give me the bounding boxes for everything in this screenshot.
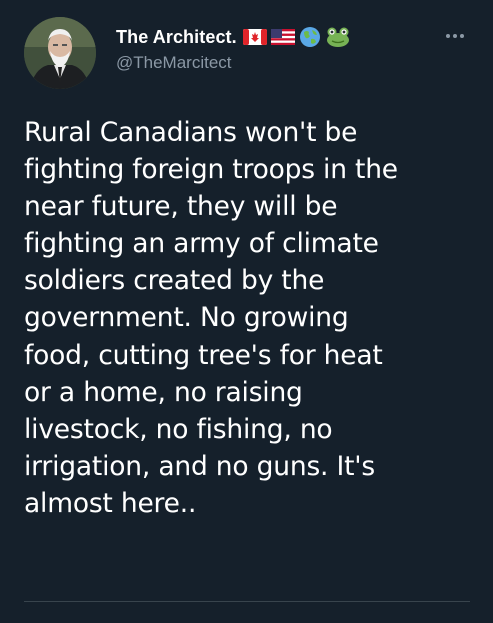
canada-flag-icon bbox=[242, 28, 267, 46]
tweet-text-line: livestock, no fishing, no bbox=[24, 413, 333, 445]
tweet-text-line: Rural Canadians won't be bbox=[24, 117, 358, 148]
avatar-image bbox=[24, 17, 96, 89]
tweet-card: The Architect. @TheMarcitect Rural Canad… bbox=[0, 0, 493, 623]
display-name[interactable]: The Architect. bbox=[116, 27, 237, 48]
divider bbox=[24, 601, 470, 602]
tweet-text-line: or a home, no raising bbox=[24, 376, 303, 408]
author-info: The Architect. @TheMarcitect bbox=[116, 25, 351, 75]
tweet-text-line: fighting foreign troops in the bbox=[24, 154, 398, 186]
handle[interactable]: @TheMarcitect bbox=[116, 53, 351, 73]
globe-icon bbox=[299, 26, 321, 48]
tweet-text: Rural Canadians won't be fighting foreig… bbox=[24, 114, 479, 522]
tweet-text-line: government. No growing bbox=[24, 302, 349, 334]
name-badges bbox=[242, 26, 351, 48]
tweet-text-line: irrigation, and no guns. It's bbox=[24, 450, 375, 482]
more-dot bbox=[446, 34, 450, 38]
tweet-text-line: near future, they will be bbox=[24, 191, 338, 223]
usa-flag-icon bbox=[270, 28, 295, 46]
more-dot bbox=[460, 34, 464, 38]
more-options-icon[interactable] bbox=[441, 28, 469, 44]
tweet-text-line: food, cutting tree's for heat bbox=[24, 339, 383, 371]
tweet-text-line: fighting an army of climate bbox=[24, 228, 379, 260]
tweet-text-line: almost here.. bbox=[24, 487, 197, 519]
name-row: The Architect. bbox=[116, 25, 351, 49]
more-dot bbox=[453, 34, 457, 38]
avatar[interactable] bbox=[24, 17, 96, 89]
tweet-text-line: soldiers created by the bbox=[24, 265, 325, 297]
frog-icon bbox=[325, 26, 351, 48]
